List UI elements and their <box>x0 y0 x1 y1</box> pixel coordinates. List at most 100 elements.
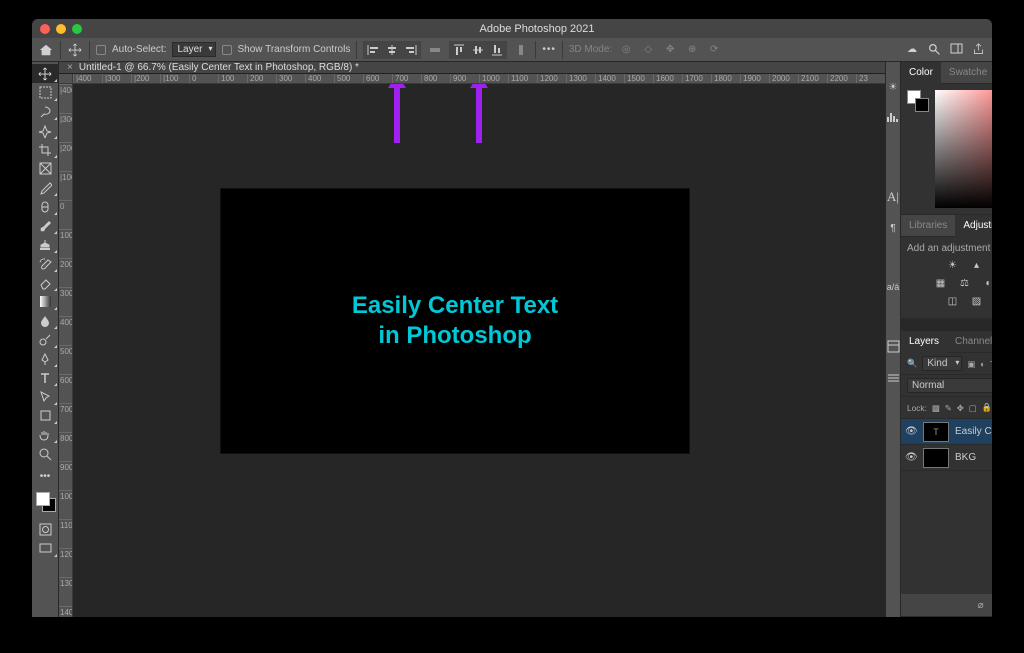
brush-settings-icon[interactable]: ☀ <box>889 82 898 93</box>
gradient-tool[interactable] <box>32 292 58 311</box>
show-transform-label: Show Transform Controls <box>238 44 351 55</box>
layer-thumbnail[interactable] <box>923 448 949 468</box>
align-left-icon[interactable] <box>365 43 381 57</box>
cloud-docs-icon[interactable]: ☁ <box>904 42 920 58</box>
color-fg-bg-swatch[interactable] <box>907 90 929 112</box>
zoom-tool[interactable] <box>32 444 58 463</box>
tab-swatches[interactable]: Swatche <box>941 62 992 84</box>
text-layer-content[interactable]: Easily Center Text in Photoshop <box>352 291 558 351</box>
lock-brush-icon[interactable]: ✎ <box>945 403 952 413</box>
tab-channels[interactable]: Channels <box>947 331 992 353</box>
3d-mode-label: 3D Mode: <box>569 44 612 55</box>
ruler-vertical[interactable]: |400|300|200|100010020030040050060070080… <box>59 84 73 617</box>
blend-mode-dropdown[interactable]: Normal <box>907 378 992 393</box>
artboard[interactable]: Easily Center Text in Photoshop <box>221 189 689 453</box>
healing-brush-tool[interactable] <box>32 197 58 216</box>
clone-stamp-tool[interactable] <box>32 235 58 254</box>
adj-hue-icon[interactable]: ▦ <box>934 276 948 290</box>
type-tool[interactable] <box>32 368 58 387</box>
info-panel-icon[interactable] <box>887 371 900 384</box>
lasso-tool[interactable] <box>32 102 58 121</box>
align-top-icon[interactable] <box>451 43 467 57</box>
lock-artboard-icon[interactable]: ▢ <box>969 403 977 413</box>
dodge-tool[interactable] <box>32 330 58 349</box>
ruler-horizontal[interactable]: |400|300|200|100010020030040050060070080… <box>73 74 885 84</box>
titlebar: Adobe Photoshop 2021 <box>32 19 992 38</box>
crop-tool[interactable] <box>32 140 58 159</box>
distribute-v-icon[interactable] <box>513 43 529 57</box>
layer-row[interactable]: 👁 BKG <box>901 445 992 471</box>
tab-adjustments[interactable]: Adjustments <box>955 215 992 237</box>
close-tab-icon[interactable]: × <box>67 62 73 73</box>
home-icon[interactable] <box>38 42 54 58</box>
glyphs-panel-icon[interactable]: a/á <box>887 282 900 292</box>
more-align-button[interactable]: ••• <box>542 43 556 57</box>
auto-select-dropdown[interactable]: Layer <box>172 42 215 57</box>
histogram-icon[interactable] <box>886 111 900 123</box>
align-hcenter-icon[interactable] <box>384 43 400 57</box>
frame-tool[interactable] <box>32 159 58 178</box>
layer-filter-kind-dropdown[interactable]: Kind <box>922 356 962 371</box>
paragraph-panel-icon[interactable]: ¶ <box>890 223 895 234</box>
filter-type-icon[interactable]: T <box>990 359 992 369</box>
canvas-viewport[interactable]: Easily Center Text in Photoshop <box>73 84 885 617</box>
lock-all-icon[interactable]: 🔒 <box>982 402 992 413</box>
blur-tool[interactable] <box>32 311 58 330</box>
align-right-icon[interactable] <box>403 43 419 57</box>
align-vcenter-icon[interactable] <box>470 43 486 57</box>
tab-layers[interactable]: Layers <box>901 331 947 353</box>
eyedropper-tool[interactable] <box>32 178 58 197</box>
tab-libraries[interactable]: Libraries <box>901 215 955 237</box>
color-field[interactable] <box>935 90 992 208</box>
adj-bw-icon[interactable]: ◐ <box>982 276 993 290</box>
foreground-background-swatch[interactable] <box>34 490 56 512</box>
properties-panel-icon[interactable] <box>887 340 900 353</box>
layer-row[interactable]: 👁 T Easily Cente...in Photoshop <box>901 419 992 445</box>
adj-posterize-icon[interactable]: ▨ <box>970 294 984 308</box>
filter-pixel-icon[interactable]: ▣ <box>967 359 975 369</box>
window-traffic-lights <box>40 24 82 34</box>
zoom-window-button[interactable] <box>72 24 82 34</box>
ruler-origin[interactable] <box>59 74 73 84</box>
history-brush-tool[interactable] <box>32 254 58 273</box>
share-icon[interactable] <box>970 42 986 58</box>
tab-color[interactable]: Color <box>901 62 941 84</box>
search-icon[interactable] <box>926 42 942 58</box>
show-transform-checkbox[interactable] <box>222 45 232 55</box>
screenmode-button[interactable] <box>32 539 58 558</box>
auto-select-checkbox[interactable] <box>96 45 106 55</box>
hand-tool[interactable] <box>32 425 58 444</box>
shape-tool[interactable] <box>32 406 58 425</box>
marquee-tool[interactable] <box>32 83 58 102</box>
lock-position-icon[interactable]: ✥ <box>957 403 964 413</box>
quick-select-tool[interactable] <box>32 121 58 140</box>
adj-brightness-icon[interactable]: ☀ <box>946 258 960 272</box>
annotation-arrow-1 <box>394 84 406 143</box>
quickmask-button[interactable] <box>32 520 58 539</box>
workspace-icon[interactable] <box>948 42 964 58</box>
move-tool-icon[interactable] <box>67 42 83 58</box>
eraser-tool[interactable] <box>32 273 58 292</box>
layer-name[interactable]: BKG <box>955 452 976 463</box>
pen-tool[interactable] <box>32 349 58 368</box>
visibility-eye-icon[interactable]: 👁 <box>905 426 917 437</box>
layer-name[interactable]: Easily Cente...in Photoshop <box>955 426 992 437</box>
visibility-eye-icon[interactable]: 👁 <box>905 452 917 463</box>
layer-thumbnail[interactable]: T <box>923 422 949 442</box>
edit-toolbar-button[interactable]: ••• <box>32 467 58 486</box>
lock-pixels-icon[interactable]: ▩ <box>932 403 940 413</box>
document-tab[interactable]: × Untitled-1 @ 66.7% (Easily Center Text… <box>59 62 885 74</box>
move-tool[interactable] <box>32 64 58 83</box>
path-select-tool[interactable] <box>32 387 58 406</box>
minimize-window-button[interactable] <box>56 24 66 34</box>
character-panel-icon[interactable]: A| <box>887 189 899 205</box>
filter-adjustment-icon[interactable]: ◐ <box>980 359 985 369</box>
align-bottom-icon[interactable] <box>489 43 505 57</box>
adj-invert-icon[interactable]: ◫ <box>946 294 960 308</box>
adj-levels-icon[interactable]: ▴ <box>970 258 984 272</box>
distribute-h-icon[interactable] <box>427 43 443 57</box>
adj-colorbalance-icon[interactable]: ⚖ <box>958 276 972 290</box>
close-window-button[interactable] <box>40 24 50 34</box>
link-layers-icon[interactable]: ⌀ <box>978 600 984 611</box>
brush-tool[interactable] <box>32 216 58 235</box>
